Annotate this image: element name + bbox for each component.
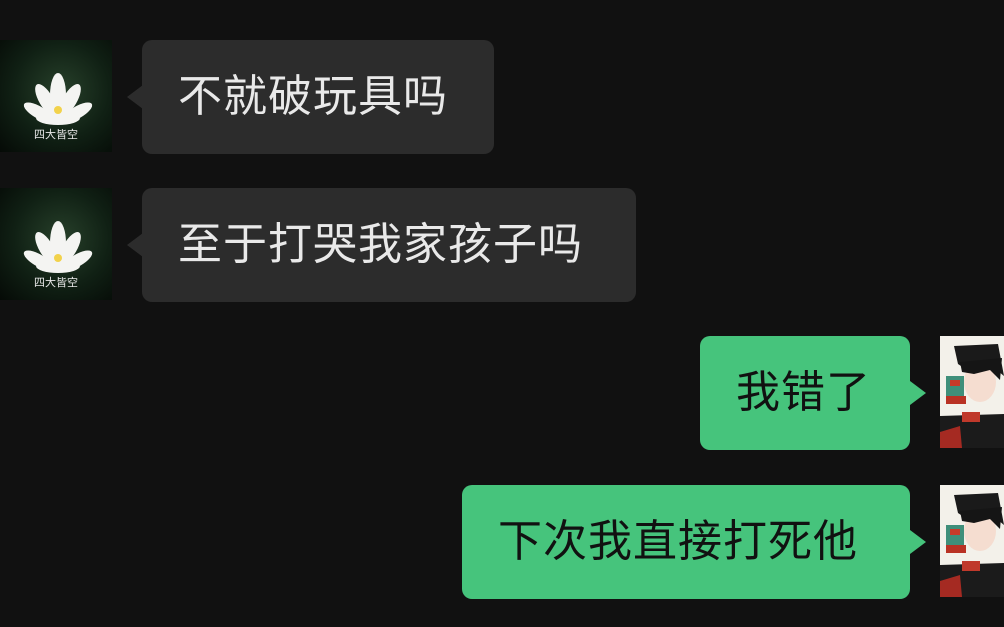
avatar-caption: 四大皆空: [34, 128, 78, 141]
contact-avatar[interactable]: 四大皆空: [0, 188, 112, 300]
anime-boy-icon: [940, 336, 1004, 448]
bubble-tail: [127, 85, 143, 109]
chat-screen: 四大皆空 不就破玩具吗 四大皆空 至于打哭我家孩子吗 我错了 下次我直接打死他: [0, 0, 1004, 627]
avatar-caption: 四大皆空: [34, 276, 78, 289]
outgoing-message-bubble[interactable]: 我错了: [700, 336, 910, 450]
bubble-tail: [910, 381, 926, 405]
self-avatar[interactable]: [940, 336, 1004, 448]
bubble-tail: [127, 233, 143, 257]
message-text: 下次我直接打死他: [498, 516, 858, 567]
incoming-message-bubble[interactable]: 至于打哭我家孩子吗: [142, 188, 636, 302]
message-text: 不就破玩具吗: [178, 71, 448, 122]
message-text: 我错了: [736, 367, 871, 418]
anime-boy-icon: [940, 485, 1004, 597]
outgoing-message-bubble[interactable]: 下次我直接打死他: [462, 485, 910, 599]
bubble-tail: [910, 530, 926, 554]
contact-avatar[interactable]: 四大皆空: [0, 40, 112, 152]
self-avatar[interactable]: [940, 485, 1004, 597]
incoming-message-bubble[interactable]: 不就破玩具吗: [142, 40, 494, 154]
message-text: 至于打哭我家孩子吗: [178, 219, 583, 270]
